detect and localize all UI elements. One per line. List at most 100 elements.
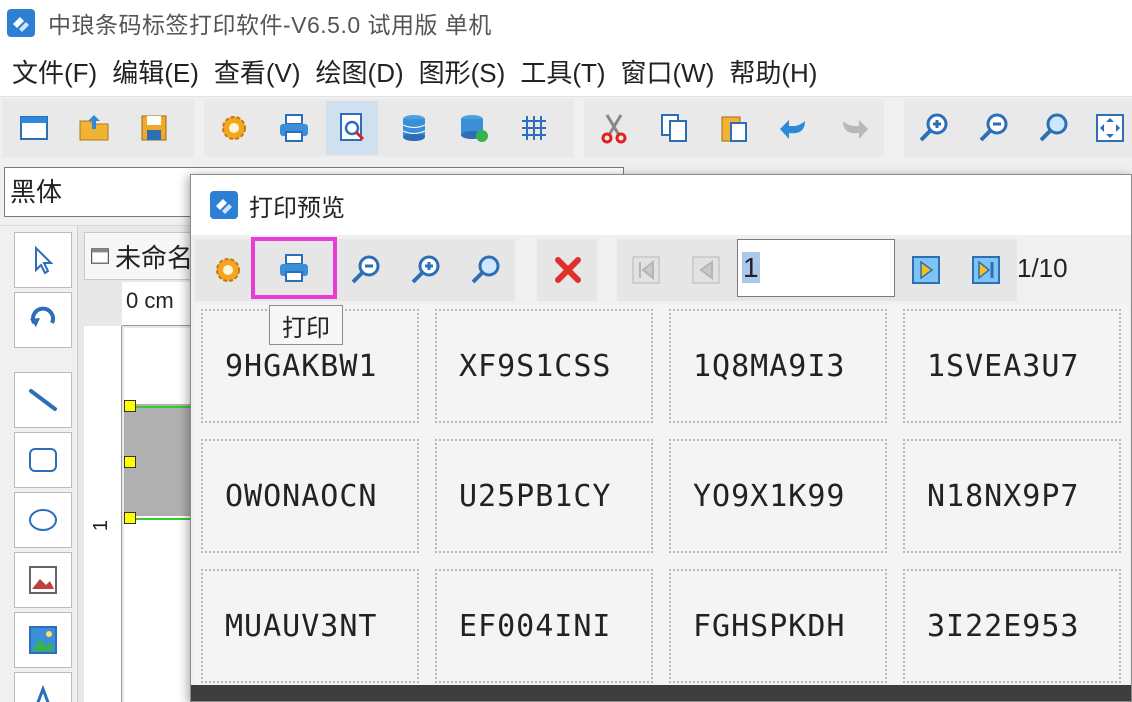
redo-button[interactable]	[828, 101, 880, 155]
menu-view[interactable]: 查看(V)	[214, 53, 301, 90]
open-button[interactable]	[68, 101, 120, 155]
last-page-icon	[972, 256, 1000, 284]
ruler-marker-label: 1	[90, 519, 113, 532]
paste-icon	[721, 116, 747, 142]
label-cell: XF9S1CSS	[435, 309, 653, 423]
grid-icon	[522, 116, 546, 140]
text-tool-button[interactable]	[14, 672, 72, 702]
zoom-in-button[interactable]	[908, 101, 960, 155]
copy-icon	[661, 114, 687, 142]
print-icon	[280, 254, 308, 282]
next-page-icon	[912, 256, 940, 284]
document-tab-label: 未命名	[114, 242, 193, 273]
rounded-rectangle-icon	[29, 448, 57, 472]
next-page-button[interactable]	[901, 245, 951, 295]
window-title: 中琅条码标签打印软件-V6.5.0 试用版 单机	[48, 12, 492, 38]
first-page-button[interactable]	[621, 245, 671, 295]
label-cell: U25PB1CY	[435, 439, 653, 553]
preview-canvas[interactable]: 9HGAKBW1 XF9S1CSS 1Q8MA9I3 1SVEA3U7 OWON…	[195, 305, 1129, 685]
document-window-icon	[91, 248, 109, 264]
ellipse-icon	[29, 509, 57, 531]
menu-edit[interactable]: 编辑(E)	[112, 53, 199, 90]
document-tab[interactable]: 未命名	[84, 232, 194, 280]
menu-shape[interactable]: 图形(S)	[419, 53, 506, 90]
rectangle-tool-button[interactable]	[14, 432, 72, 488]
database-settings-icon	[461, 115, 488, 142]
grid-button[interactable]	[508, 101, 560, 155]
fit-page-button[interactable]	[1084, 101, 1132, 155]
zoom-out-icon	[979, 113, 1008, 142]
menu-help[interactable]: 帮助(H)	[729, 53, 817, 90]
zoom-fit-button[interactable]	[1028, 101, 1080, 155]
first-page-icon	[632, 256, 660, 284]
save-icon	[141, 115, 167, 141]
image-tool-button[interactable]	[14, 612, 72, 668]
dialog-title-bar: 打印预览	[191, 175, 1131, 235]
label-cell: FGHSPKDH	[669, 569, 887, 683]
print-preview-button[interactable]	[326, 101, 378, 155]
page-count-label: 1/10	[1017, 253, 1068, 283]
app-logo-icon	[7, 9, 35, 37]
select-tool-button[interactable]	[14, 232, 72, 288]
document-area: 未命名 0 cm 1	[78, 226, 202, 702]
menu-file[interactable]: 文件(F)	[12, 53, 97, 90]
page-number-input[interactable]: 1	[737, 239, 895, 297]
preview-settings-button[interactable]	[203, 245, 253, 295]
preview-print-button[interactable]	[251, 237, 337, 299]
settings-icon	[216, 258, 240, 282]
database-settings-button[interactable]	[448, 101, 500, 155]
rotate-tool-button[interactable]	[14, 292, 72, 348]
image-icon	[29, 626, 57, 654]
line-tool-button[interactable]	[14, 372, 72, 428]
settings-button[interactable]	[208, 101, 260, 155]
line-icon	[29, 389, 57, 411]
preview-zoom-fit-button[interactable]	[461, 245, 511, 295]
preview-zoom-in-button[interactable]	[401, 245, 451, 295]
cut-icon	[601, 114, 627, 144]
image-placeholder-tool-button[interactable]	[14, 552, 72, 608]
cut-button[interactable]	[588, 101, 640, 155]
fit-page-icon	[1096, 114, 1124, 142]
zoom-fit-icon	[1039, 113, 1068, 142]
label-canvas[interactable]	[124, 328, 198, 702]
label-cell: 1SVEA3U7	[903, 309, 1121, 423]
main-toolbar	[0, 96, 1132, 160]
settings-icon	[222, 116, 246, 140]
label-cell: MUAUV3NT	[201, 569, 419, 683]
label-cell: YO9X1K99	[669, 439, 887, 553]
last-page-button[interactable]	[961, 245, 1011, 295]
print-preview-icon	[340, 113, 365, 141]
preview-zoom-out-button[interactable]	[341, 245, 391, 295]
zoom-out-button[interactable]	[968, 101, 1020, 155]
previous-page-button[interactable]	[681, 245, 731, 295]
label-cell: EF004INI	[435, 569, 653, 683]
paste-button[interactable]	[708, 101, 760, 155]
print-preview-dialog: 打印预览 1 1/10 打印 9HGAKBW1 XF9S1CSS 1Q8MA9I…	[190, 174, 1132, 702]
save-button[interactable]	[128, 101, 180, 155]
vertical-ruler: 1	[84, 326, 122, 702]
menu-draw[interactable]: 绘图(D)	[316, 53, 404, 90]
database-button[interactable]	[388, 101, 440, 155]
ruler-unit-label: 0 cm	[126, 288, 174, 313]
database-icon	[402, 115, 426, 141]
undo-button[interactable]	[768, 101, 820, 155]
new-button[interactable]	[8, 101, 60, 155]
resize-handle[interactable]	[124, 512, 136, 524]
resize-handle[interactable]	[124, 456, 136, 468]
zoom-in-icon	[411, 255, 440, 284]
zoom-fit-icon	[471, 255, 500, 284]
close-icon	[555, 257, 581, 283]
ellipse-tool-button[interactable]	[14, 492, 72, 548]
image-frame-icon	[29, 566, 57, 594]
resize-handle[interactable]	[124, 400, 136, 412]
previous-page-icon	[692, 256, 720, 284]
print-button[interactable]	[268, 101, 320, 155]
menu-window[interactable]: 窗口(W)	[621, 53, 715, 90]
menu-tools[interactable]: 工具(T)	[520, 53, 605, 90]
dialog-title: 打印预览	[249, 194, 345, 222]
drawing-tools-panel	[0, 226, 78, 702]
text-icon	[36, 684, 50, 702]
preview-close-button[interactable]	[543, 245, 593, 295]
cursor-icon	[35, 245, 54, 275]
copy-button[interactable]	[648, 101, 700, 155]
